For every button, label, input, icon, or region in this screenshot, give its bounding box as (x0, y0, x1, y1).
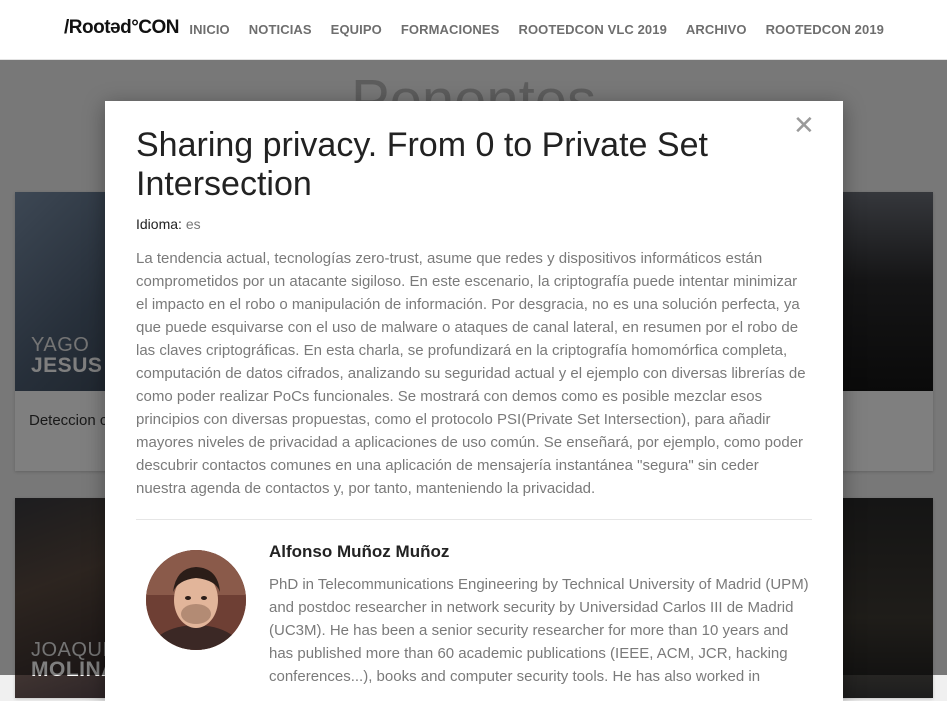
language-value: es (185, 216, 201, 232)
nav-archivo[interactable]: ARCHIVO (686, 22, 747, 37)
divider (136, 519, 812, 520)
nav-noticias[interactable]: NOTICIAS (249, 22, 312, 37)
talk-description: La tendencia actual, tecnologías zero-tr… (136, 250, 806, 497)
language-label: Idioma: (136, 216, 182, 232)
nav-equipo[interactable]: EQUIPO (331, 22, 382, 37)
speaker-name: Alfonso Muñoz Muñoz (269, 542, 450, 561)
top-navbar: /Rootəd°CON INICIO NOTICIAS EQUIPO FORMA… (0, 0, 947, 60)
language-row: Idioma: es (136, 216, 201, 232)
rootedcon-logo[interactable]: /Rootəd°CON (64, 17, 180, 39)
speaker-avatar-icon (146, 550, 246, 650)
nav-rootedcon-vlc-2019[interactable]: ROOTEDCON VLC 2019 (518, 22, 666, 37)
nav-formaciones[interactable]: FORMACIONES (401, 22, 500, 37)
avatar (146, 550, 246, 650)
talk-detail-modal: ✕ Sharing privacy. From 0 to Private Set… (105, 101, 843, 701)
speaker-bio: PhD in Telecommunications Engineering by… (269, 576, 809, 685)
nav-rootedcon-2019[interactable]: ROOTEDCON 2019 (766, 22, 884, 37)
close-icon[interactable]: ✕ (793, 112, 815, 138)
main-nav: INICIO NOTICIAS EQUIPO FORMACIONES ROOTE… (189, 22, 884, 37)
nav-inicio[interactable]: INICIO (189, 22, 229, 37)
talk-title: Sharing privacy. From 0 to Private Set I… (136, 126, 708, 203)
